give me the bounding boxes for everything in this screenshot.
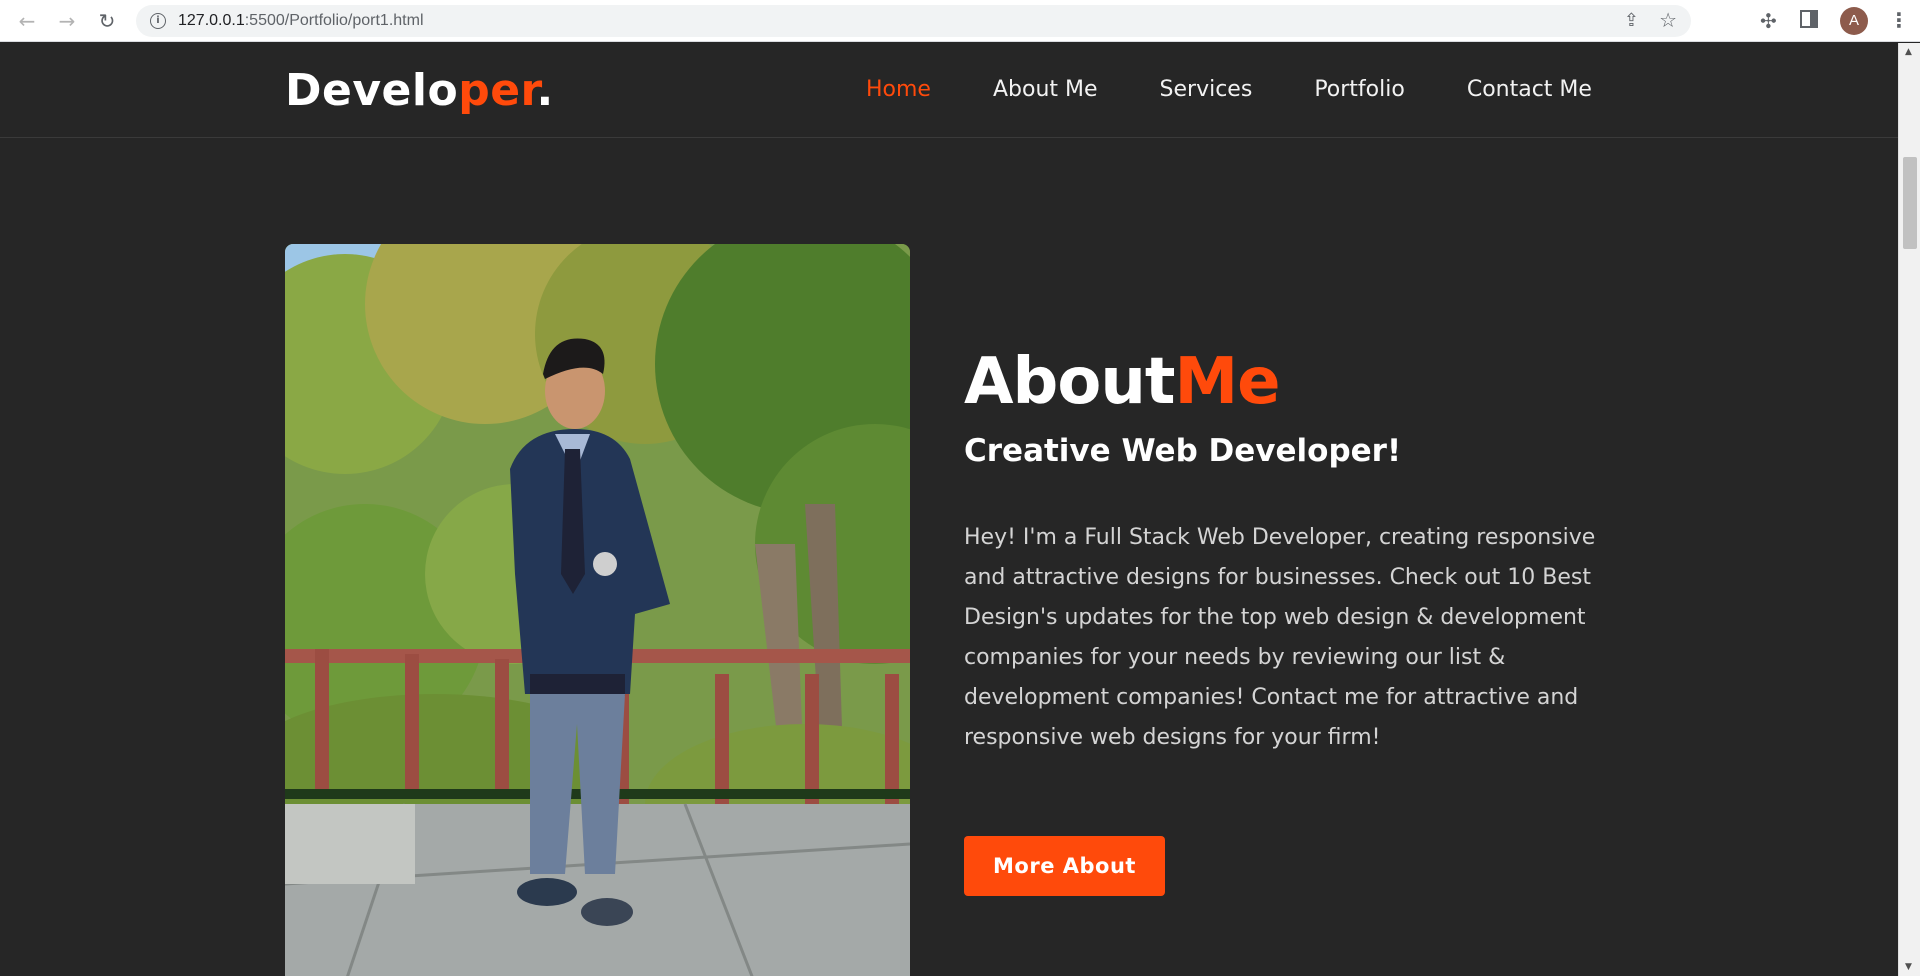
nav-portfolio[interactable]: Portfolio	[1314, 77, 1405, 102]
page-viewport: Developer. Home About Me Services Portfo…	[0, 43, 1898, 976]
browser-toolbar: ← → ↻ i 127.0.0.1:5500/Portfolio/port1.h…	[0, 0, 1920, 42]
about-subtitle: Creative Web Developer!	[964, 433, 1402, 469]
side-panel-icon[interactable]	[1800, 10, 1818, 28]
site-info-icon[interactable]: i	[150, 13, 166, 29]
scrollbar-thumb[interactable]	[1903, 157, 1917, 249]
back-arrow-icon[interactable]: ←	[14, 8, 40, 34]
share-icon[interactable]: ⇪	[1624, 10, 1639, 31]
nav-contact-me[interactable]: Contact Me	[1467, 77, 1592, 102]
page-scrollbar[interactable]: ▲ ▼	[1898, 43, 1920, 976]
reload-icon[interactable]: ↻	[94, 8, 120, 34]
site-header: Developer. Home About Me Services Portfo…	[0, 43, 1898, 138]
nav-home[interactable]: Home	[866, 77, 931, 102]
scroll-down-arrow-icon[interactable]: ▼	[1905, 962, 1912, 972]
about-description: Hey! I'm a Full Stack Web Developer, cre…	[964, 525, 1596, 750]
bookmark-star-icon[interactable]: ☆	[1659, 8, 1677, 32]
site-logo[interactable]: Developer.	[285, 65, 554, 116]
more-about-button[interactable]: More About	[964, 836, 1165, 896]
profile-avatar[interactable]: A	[1840, 7, 1868, 35]
kebab-menu-icon[interactable]: ⋮	[1889, 8, 1909, 32]
nav-about-me[interactable]: About Me	[993, 77, 1098, 102]
extensions-puzzle-icon[interactable]: ✣	[1760, 9, 1777, 33]
about-title: AboutMe	[964, 345, 1281, 419]
forward-arrow-icon[interactable]: →	[54, 8, 80, 34]
nav-services[interactable]: Services	[1160, 77, 1253, 102]
main-nav: Home About Me Services Portfolio Contact…	[866, 77, 1592, 102]
scroll-up-arrow-icon[interactable]: ▲	[1905, 47, 1912, 57]
address-bar[interactable]: i 127.0.0.1:5500/Portfolio/port1.html ⇪ …	[136, 5, 1691, 37]
profile-photo	[285, 244, 910, 976]
url-text[interactable]: 127.0.0.1:5500/Portfolio/port1.html	[178, 12, 424, 30]
